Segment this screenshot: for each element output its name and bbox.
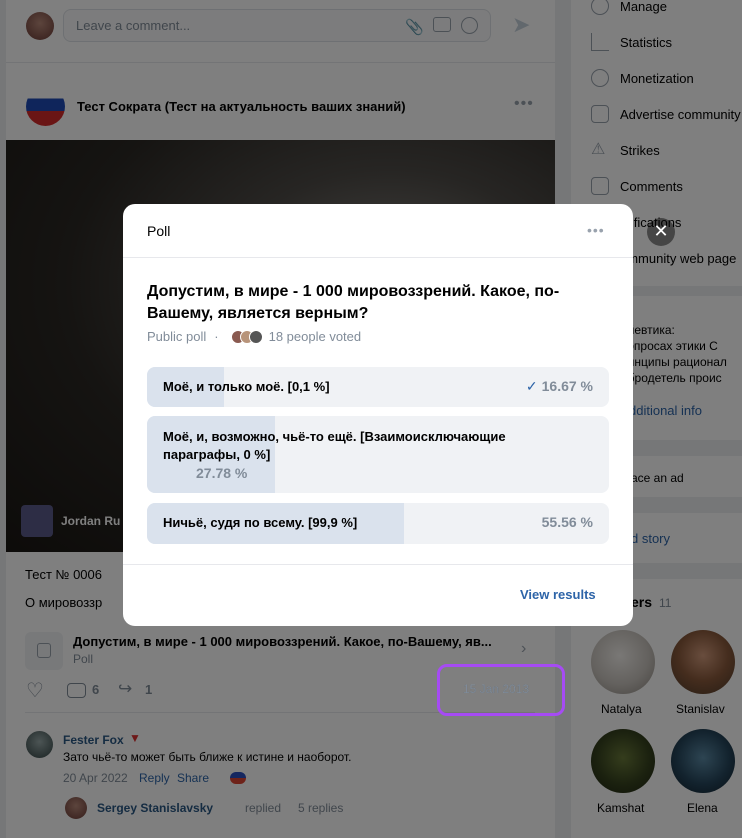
voter-avatar: [248, 329, 263, 344]
poll-visibility: Public poll: [147, 329, 207, 344]
close-button[interactable]: ✕: [647, 218, 675, 246]
poll-modal: Poll ••• Допустим, в мире - 1 000 мирово…: [123, 204, 633, 626]
poll-option-percent: 27.78 %: [196, 465, 248, 481]
poll-question: Допустим, в мире - 1 000 мировоззрений. …: [147, 283, 560, 322]
poll-voters[interactable]: 18 people voted: [269, 329, 362, 344]
voter-avatars[interactable]: [230, 329, 263, 344]
date-highlight: 15 Jan 2013: [437, 664, 565, 716]
poll-option-text: Ничьё, судя по всему. [99,9 %]: [163, 515, 358, 530]
view-results-button[interactable]: View results: [520, 587, 596, 602]
poll-option[interactable]: Ничьё, судя по всему. [99,9 %] 55.56 %: [147, 503, 609, 544]
poll-option-text: Моё, и, возможно, чьё-то ещё. [Взаимоиск…: [163, 429, 506, 462]
poll-option[interactable]: Моё, и только моё. [0,1 %] ✓ 16.67 %: [147, 367, 609, 407]
divider: [123, 564, 633, 565]
modal-title: Poll: [147, 223, 171, 239]
highlighted-date[interactable]: 15 Jan 2013: [463, 682, 529, 696]
poll-meta: Public poll · 18 people voted: [147, 329, 361, 344]
poll-option[interactable]: Моё, и, возможно, чьё-то ещё. [Взаимоиск…: [147, 416, 609, 493]
check-icon: ✓: [525, 378, 538, 394]
meta-separator: ·: [214, 329, 219, 344]
poll-option-percent: ✓ 16.67 %: [525, 378, 593, 394]
close-icon: ✕: [653, 221, 669, 241]
modal-more-icon[interactable]: •••: [587, 222, 605, 238]
poll-option-percent: 55.56 %: [541, 514, 593, 530]
poll-option-text: Моё, и только моё. [0,1 %]: [163, 379, 330, 394]
divider: [123, 257, 633, 258]
